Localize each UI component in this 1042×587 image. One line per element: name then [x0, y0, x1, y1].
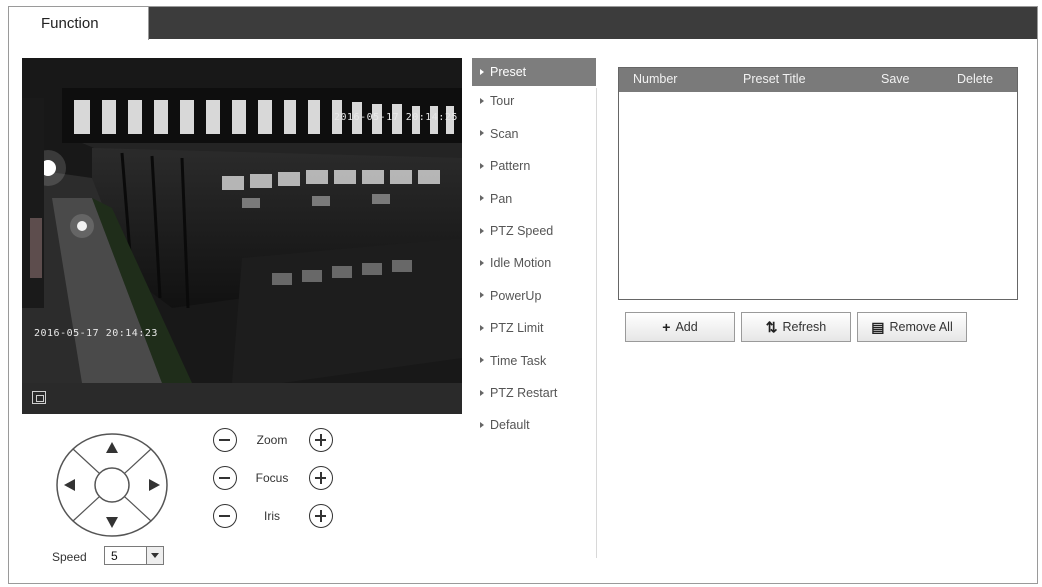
triangle-right-icon: [480, 98, 484, 105]
tab-function-label: Function: [41, 15, 99, 32]
focus-far-button[interactable]: [309, 466, 333, 490]
menu-item-ptz-restart[interactable]: PTZ Restart: [472, 382, 596, 414]
menu-item-label: Preset: [490, 65, 527, 79]
triangle-right-icon: [480, 68, 484, 75]
menu-item-preset[interactable]: Preset: [472, 58, 596, 86]
zoom-in-button[interactable]: [309, 428, 333, 452]
column-header-delete: Delete: [957, 72, 994, 86]
triangle-right-icon: [480, 389, 484, 396]
triangle-right-icon: [480, 422, 484, 428]
focus-label: Focus: [255, 471, 289, 485]
zoom-label: Zoom: [256, 433, 288, 447]
speed-select[interactable]: 5: [104, 546, 164, 565]
menu-item-ptz-speed[interactable]: PTZ Speed: [472, 220, 596, 252]
triangle-right-icon: [480, 162, 484, 169]
live-video[interactable]: 2016-05-17 20:14:25 2016-05-17 20:14:23: [22, 58, 462, 414]
triangle-right-icon: [480, 357, 484, 364]
menu-item-label: PowerUp: [490, 288, 542, 303]
triangle-right-icon: [480, 130, 484, 137]
menu-item-label: Pattern: [490, 159, 531, 174]
iris-open-button[interactable]: [309, 504, 333, 528]
preset-table: Number Preset Title Save Delete: [618, 67, 1018, 300]
menu-divider: [596, 88, 597, 558]
menu-item-label: PTZ Limit: [490, 321, 544, 336]
triangle-right-icon: [480, 260, 484, 267]
function-menu: Preset Tour Scan Pattern Pan PTZ Speed I…: [472, 58, 596, 447]
add-button-label: Add: [675, 320, 698, 334]
menu-item-label: Idle Motion: [490, 256, 552, 271]
triangle-right-icon: [480, 324, 484, 331]
add-button[interactable]: + Add: [625, 312, 735, 342]
osd-timestamp-bottom: 2016-05-17 20:14:23: [34, 328, 158, 339]
menu-item-label: Tour: [490, 94, 515, 109]
preset-table-header: Number Preset Title Save Delete: [619, 68, 1017, 92]
menu-item-label: Default: [490, 418, 530, 433]
osd-timestamp-top: 2016-05-17 20:14:25: [334, 112, 458, 123]
iris-label: Iris: [264, 509, 280, 523]
menu-item-label: Time Task: [490, 353, 547, 368]
remove-all-button-label: Remove All: [889, 320, 953, 334]
column-header-preset-title: Preset Title: [743, 72, 806, 86]
iris-close-button[interactable]: [213, 504, 237, 528]
triangle-right-icon: [480, 292, 484, 299]
refresh-button-label: Refresh: [782, 320, 827, 334]
speed-value: 5: [111, 549, 118, 563]
tab-function[interactable]: Function: [9, 7, 149, 40]
refresh-icon: ⇅: [765, 318, 778, 335]
triangle-right-icon: [480, 195, 484, 202]
menu-item-idle-motion[interactable]: Idle Motion: [472, 252, 596, 284]
triangle-right-icon: [480, 227, 484, 234]
focus-near-button[interactable]: [213, 466, 237, 490]
direction-pad: [55, 432, 169, 538]
chevron-down-icon[interactable]: [146, 547, 163, 564]
zoom-focus-iris-controls: Zoom Focus Iris: [200, 420, 340, 530]
menu-item-label: Scan: [490, 126, 519, 141]
zoom-out-button[interactable]: [213, 428, 237, 452]
column-header-save: Save: [881, 72, 910, 86]
menu-item-default[interactable]: Default: [472, 414, 596, 446]
video-scene-image: 2016-05-17 20:14:25 2016-05-17 20:14:23: [22, 58, 462, 383]
fullscreen-icon[interactable]: [32, 391, 46, 404]
menu-item-powerup[interactable]: PowerUp: [472, 285, 596, 317]
trash-icon: ▤: [871, 318, 885, 335]
menu-item-ptz-limit[interactable]: PTZ Limit: [472, 317, 596, 349]
remove-all-button[interactable]: ▤ Remove All: [857, 312, 967, 342]
menu-item-label: Pan: [490, 191, 513, 206]
direction-pad-svg: [56, 433, 168, 537]
menu-item-label: PTZ Restart: [490, 385, 558, 400]
refresh-button[interactable]: ⇅ Refresh: [741, 312, 851, 342]
dpad-center-button[interactable]: [94, 467, 130, 503]
menu-item-time-task[interactable]: Time Task: [472, 350, 596, 382]
column-header-number: Number: [633, 72, 678, 86]
menu-item-label: PTZ Speed: [490, 223, 554, 238]
menu-item-scan[interactable]: Scan: [472, 123, 596, 155]
video-toolbar: [22, 383, 462, 414]
tab-bar: Function: [9, 7, 1037, 40]
menu-item-tour[interactable]: Tour: [472, 90, 596, 122]
menu-item-pan[interactable]: Pan: [472, 188, 596, 220]
plus-icon: +: [662, 319, 671, 335]
menu-item-pattern[interactable]: Pattern: [472, 155, 596, 187]
speed-label: Speed: [52, 550, 87, 564]
